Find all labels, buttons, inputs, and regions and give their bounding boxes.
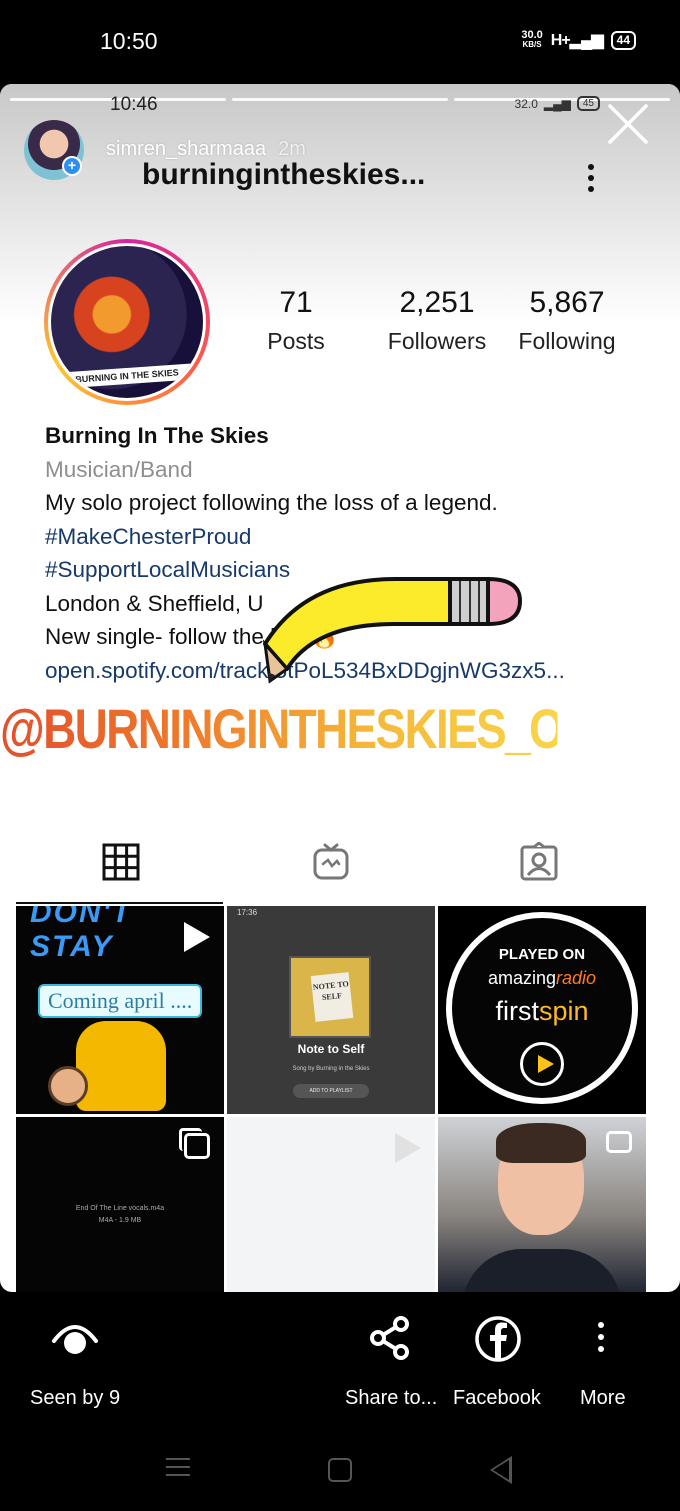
post-thumbnail: 17:36 NOTE TO SELF Note to Self Song by … xyxy=(227,906,435,1114)
played-on-text: PLAYED ON xyxy=(498,946,586,963)
inner-status-icons: 32.0 ▂▄▆ 45 xyxy=(515,96,600,111)
profile-picture: BURNING IN THE SKIES xyxy=(44,239,210,405)
stat-label: Following xyxy=(518,328,616,354)
active-tab-indicator xyxy=(16,902,223,904)
post-thumbnail xyxy=(227,1117,435,1292)
logo-part: spin xyxy=(538,996,589,1026)
play-icon xyxy=(520,1042,564,1086)
igtv-icon xyxy=(313,843,349,880)
post-thumbnail: DON'T STAY Coming april .... xyxy=(16,906,224,1114)
logo-part: amazing xyxy=(487,968,556,988)
logo-part: radio xyxy=(556,968,597,988)
grid-icon xyxy=(102,843,140,881)
stat-posts: 71 Posts xyxy=(250,286,342,355)
story-card[interactable]: 10:46 32.0 ▂▄▆ 45 + simren_sharmaaa 2m bu… xyxy=(0,84,680,1292)
face-emoji-icon xyxy=(48,1066,88,1106)
profile-username: burningintheskies... xyxy=(142,158,426,191)
inner-speed: 32.0 xyxy=(514,96,538,111)
audio-file-info: End Of The Line vocals.m4a M4A - 1.9 MB xyxy=(16,1203,224,1227)
back-icon[interactable] xyxy=(490,1456,512,1484)
story-avatar[interactable]: + xyxy=(24,120,84,180)
speed-unit: KB/S xyxy=(522,40,542,49)
bio-line: My solo project following the loss of a … xyxy=(45,490,498,515)
facebook-button[interactable]: Facebook xyxy=(453,1387,541,1410)
stat-value: 2,251 xyxy=(399,286,475,319)
system-nav-bar xyxy=(0,1432,680,1511)
file-size: M4A - 1.9 MB xyxy=(98,1217,142,1224)
igtv-icon xyxy=(606,1131,632,1153)
tagged-icon xyxy=(520,842,558,881)
logo-part: first xyxy=(495,996,539,1026)
seen-by-button[interactable]: Seen by 9 xyxy=(30,1387,120,1410)
network-speed: 30.0 KB/S xyxy=(521,30,542,50)
inner-battery-icon: 45 xyxy=(576,96,600,111)
stat-following: 5,867 Following xyxy=(502,286,632,355)
inner-signal-icon: ▂▄▆ xyxy=(543,96,571,111)
status-time: 10:50 xyxy=(100,28,158,54)
carousel-icon xyxy=(179,1128,210,1159)
profile-category: Musician/Band xyxy=(45,456,193,482)
status-bar: 10:50 30.0 KB/S H+▂▄▆ 44 xyxy=(0,0,680,80)
file-name: End Of The Line vocals.m4a xyxy=(75,1205,165,1212)
song-subtitle: Song by Burning in the Skies xyxy=(292,1066,370,1072)
firstspin-logo: firstspin xyxy=(438,996,646,1027)
hashtag: #MakeChesterProud xyxy=(45,523,252,549)
posts-grid: DON'T STAY Coming april .... 17:36 NOTE … xyxy=(16,906,646,1292)
stat-value: 71 xyxy=(279,286,313,319)
profile-tabs xyxy=(16,824,644,904)
person-shirt xyxy=(462,1249,622,1292)
stat-followers: 2,251 Followers xyxy=(372,286,502,355)
share-to-button[interactable]: Share to... xyxy=(345,1387,437,1410)
inner-status-time: 10:46 xyxy=(110,94,158,115)
person-hair xyxy=(496,1123,586,1163)
profile-name: Burning In The Skies xyxy=(45,423,269,448)
rock-hand-icon xyxy=(76,1021,166,1111)
song-title: Note to Self xyxy=(297,1042,365,1056)
post-time: 17:36 xyxy=(237,908,258,917)
story-username[interactable]: simren_sharmaaa xyxy=(106,138,266,160)
facebook-icon[interactable] xyxy=(474,1315,522,1363)
share-icon[interactable] xyxy=(368,1316,412,1360)
eye-icon[interactable] xyxy=(50,1317,100,1357)
add-story-icon[interactable]: + xyxy=(62,156,82,176)
stat-label: Followers xyxy=(387,328,487,354)
more-button[interactable]: More xyxy=(580,1387,626,1410)
add-to-playlist-label: ADD TO PLAYLIST xyxy=(293,1084,369,1098)
stat-value: 5,867 xyxy=(529,286,605,319)
post-thumbnail xyxy=(438,1117,646,1292)
amazing-radio-logo: amazingradio xyxy=(438,968,646,989)
story-time: 2m xyxy=(278,138,306,160)
handle-overlay-text: @BURNINGINTHESKIES_OFFICIAL xyxy=(0,697,680,760)
battery-icon: 44 xyxy=(610,30,636,50)
close-icon[interactable] xyxy=(606,102,650,146)
album-note: NOTE TO SELF xyxy=(310,972,354,1022)
post-thumbnail: PLAYED ON amazingradio firstspin xyxy=(438,906,646,1114)
video-icon xyxy=(184,922,210,952)
pencil-sticker xyxy=(262,576,523,684)
recent-apps-icon[interactable] xyxy=(166,1458,190,1482)
stat-label: Posts xyxy=(267,328,325,354)
progress-segment xyxy=(232,98,448,101)
video-icon xyxy=(395,1133,421,1163)
post-caption: Coming april .... xyxy=(38,984,203,1018)
status-icons: 30.0 KB/S H+▂▄▆ 44 xyxy=(521,30,636,50)
story-actions: Seen by 9 Share to... Facebook More xyxy=(0,1292,680,1432)
profile-stats: 71 Posts 2,251 Followers 5,867 Following xyxy=(250,286,632,355)
options-icon xyxy=(588,164,594,197)
more-icon[interactable] xyxy=(598,1322,606,1358)
profile-band-text: BURNING IN THE SKIES xyxy=(51,362,203,390)
network-type: H+ xyxy=(550,32,571,49)
post-thumbnail: End Of The Line vocals.m4a M4A - 1.9 MB xyxy=(16,1117,224,1292)
signal-icon: H+▂▄▆ xyxy=(550,32,604,49)
profile-image: BURNING IN THE SKIES xyxy=(48,243,206,401)
home-icon[interactable] xyxy=(328,1458,352,1482)
